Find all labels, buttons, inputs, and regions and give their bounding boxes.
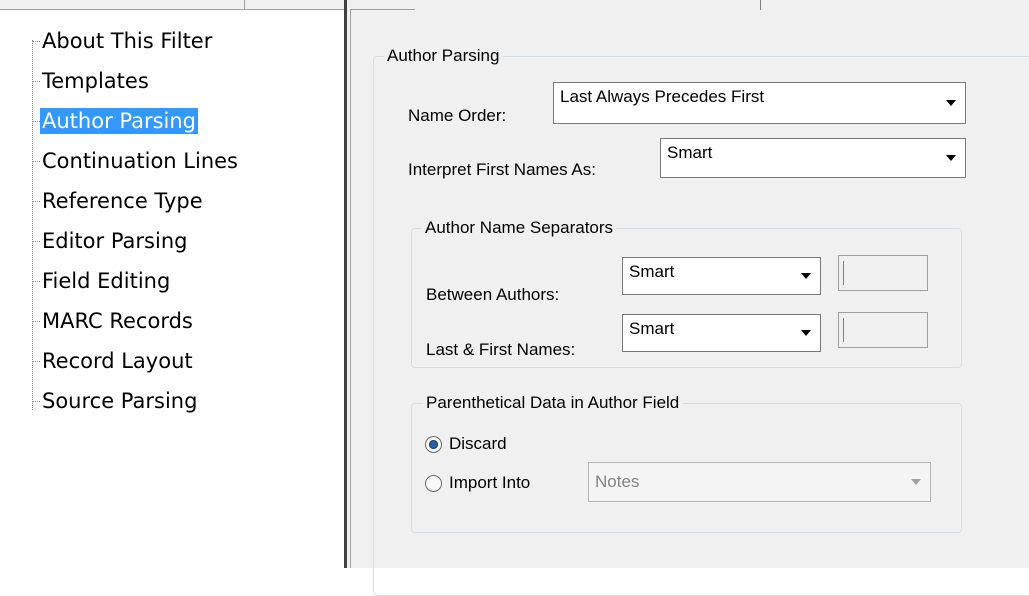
top-toolbar-strip <box>0 0 1029 10</box>
tree-connector <box>32 121 40 122</box>
tree-item-label: Author Parsing <box>40 108 199 134</box>
tree-item-label: Field Editing <box>42 269 171 293</box>
tree-item-label: Reference Type <box>42 189 203 213</box>
tree-connector <box>32 321 40 322</box>
toolbar-divider <box>760 0 761 10</box>
tree-connector <box>32 401 40 402</box>
tree-connector <box>32 81 40 82</box>
tree-item-label: MARC Records <box>42 309 193 333</box>
name-order-label: Name Order: <box>408 106 507 125</box>
settings-panel: Author Parsing Name Order: Last Always P… <box>350 10 1029 596</box>
last-first-names-label: Last & First Names: <box>426 340 576 359</box>
dropdown-arrow-icon[interactable] <box>792 315 820 351</box>
between-authors-select[interactable]: Smart <box>622 257 821 295</box>
tree-item-label: Templates <box>42 69 149 93</box>
last-first-names-value: Smart <box>629 319 675 338</box>
interpret-first-names-value: Smart <box>667 143 713 162</box>
dropdown-arrow-icon[interactable] <box>937 139 965 177</box>
dropdown-arrow-icon[interactable] <box>902 463 930 501</box>
last-first-names-custom-input[interactable] <box>838 312 928 348</box>
discard-radio[interactable] <box>425 436 442 453</box>
dropdown-arrow-icon[interactable] <box>792 258 820 294</box>
tree-connector <box>32 281 40 282</box>
tree-item-label: Record Layout <box>42 349 193 373</box>
name-order-value: Last Always Precedes First <box>560 87 765 106</box>
last-first-names-select[interactable]: Smart <box>622 314 821 352</box>
between-authors-label: Between Authors: <box>426 285 560 304</box>
tree-item-label: Continuation Lines <box>42 149 238 173</box>
toolbar-segment <box>0 0 244 10</box>
tree-connector <box>32 201 40 202</box>
interpret-first-names-select[interactable]: Smart <box>660 138 966 178</box>
import-into-value: Notes <box>595 472 640 491</box>
discard-label[interactable]: Discard <box>449 434 507 454</box>
text-cursor <box>843 261 844 285</box>
tree-connector <box>32 361 40 362</box>
tree-item-label: Editor Parsing <box>42 229 188 253</box>
tree-item-label: About This Filter <box>42 29 213 53</box>
tree-connector <box>32 41 40 42</box>
tree-connector-line <box>32 40 33 410</box>
import-into-select[interactable]: Notes <box>588 462 931 502</box>
between-authors-value: Smart <box>629 262 675 281</box>
tree-item-label: Source Parsing <box>42 389 198 413</box>
dropdown-arrow-icon[interactable] <box>937 83 965 123</box>
tree-connector <box>32 241 40 242</box>
filter-settings-tree[interactable]: About This Filter Templates Author Parsi… <box>0 10 344 568</box>
import-into-radio[interactable] <box>425 475 442 492</box>
name-order-select[interactable]: Last Always Precedes First <box>553 82 966 124</box>
toolbar-segment <box>244 0 415 10</box>
import-into-label[interactable]: Import Into <box>449 473 530 493</box>
author-parsing-group-title: Author Parsing <box>384 46 503 66</box>
author-name-separators-title: Author Name Separators <box>422 218 617 238</box>
between-authors-custom-input[interactable] <box>838 255 928 291</box>
tree-connector <box>32 161 40 162</box>
interpret-first-names-label: Interpret First Names As: <box>408 160 596 179</box>
text-cursor <box>843 318 844 342</box>
parenthetical-data-title: Parenthetical Data in Author Field <box>423 393 683 413</box>
